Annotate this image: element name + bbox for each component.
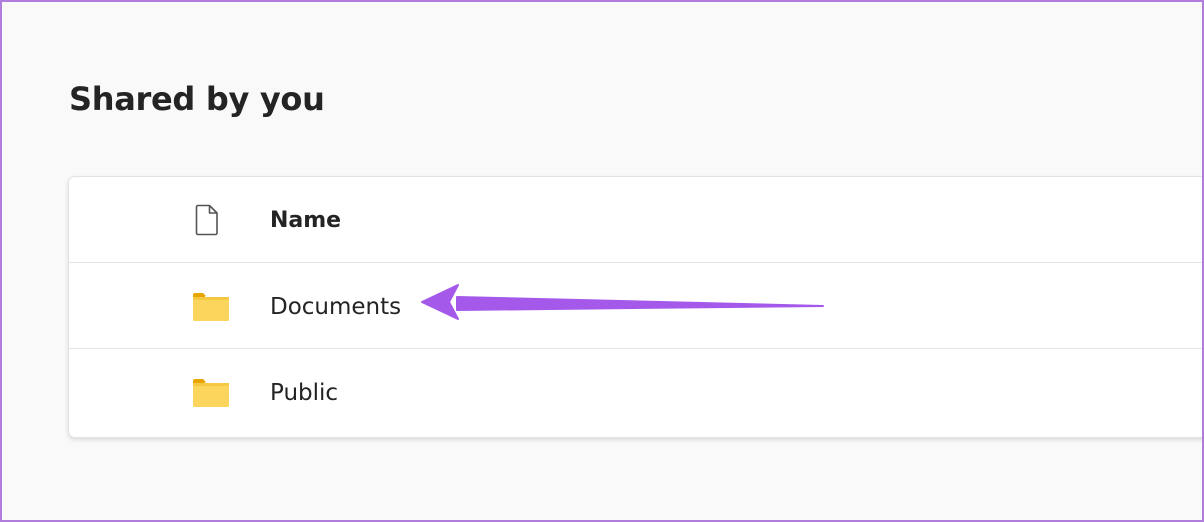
page-title: Shared by you	[69, 80, 325, 118]
document-icon	[195, 204, 218, 236]
list-item[interactable]: Documents	[69, 263, 1202, 349]
list-item-label: Documents	[270, 294, 402, 320]
folder-icon	[193, 379, 229, 407]
list-item[interactable]: Public	[69, 349, 1202, 435]
folder-icon	[193, 293, 229, 321]
column-header-name[interactable]: Name	[69, 177, 1202, 263]
column-header-label: Name	[270, 208, 342, 233]
list-item-label: Public	[270, 380, 339, 406]
file-list: Name Documents Public	[68, 176, 1202, 438]
window-frame: Shared by you Name Documents Public	[0, 0, 1204, 522]
